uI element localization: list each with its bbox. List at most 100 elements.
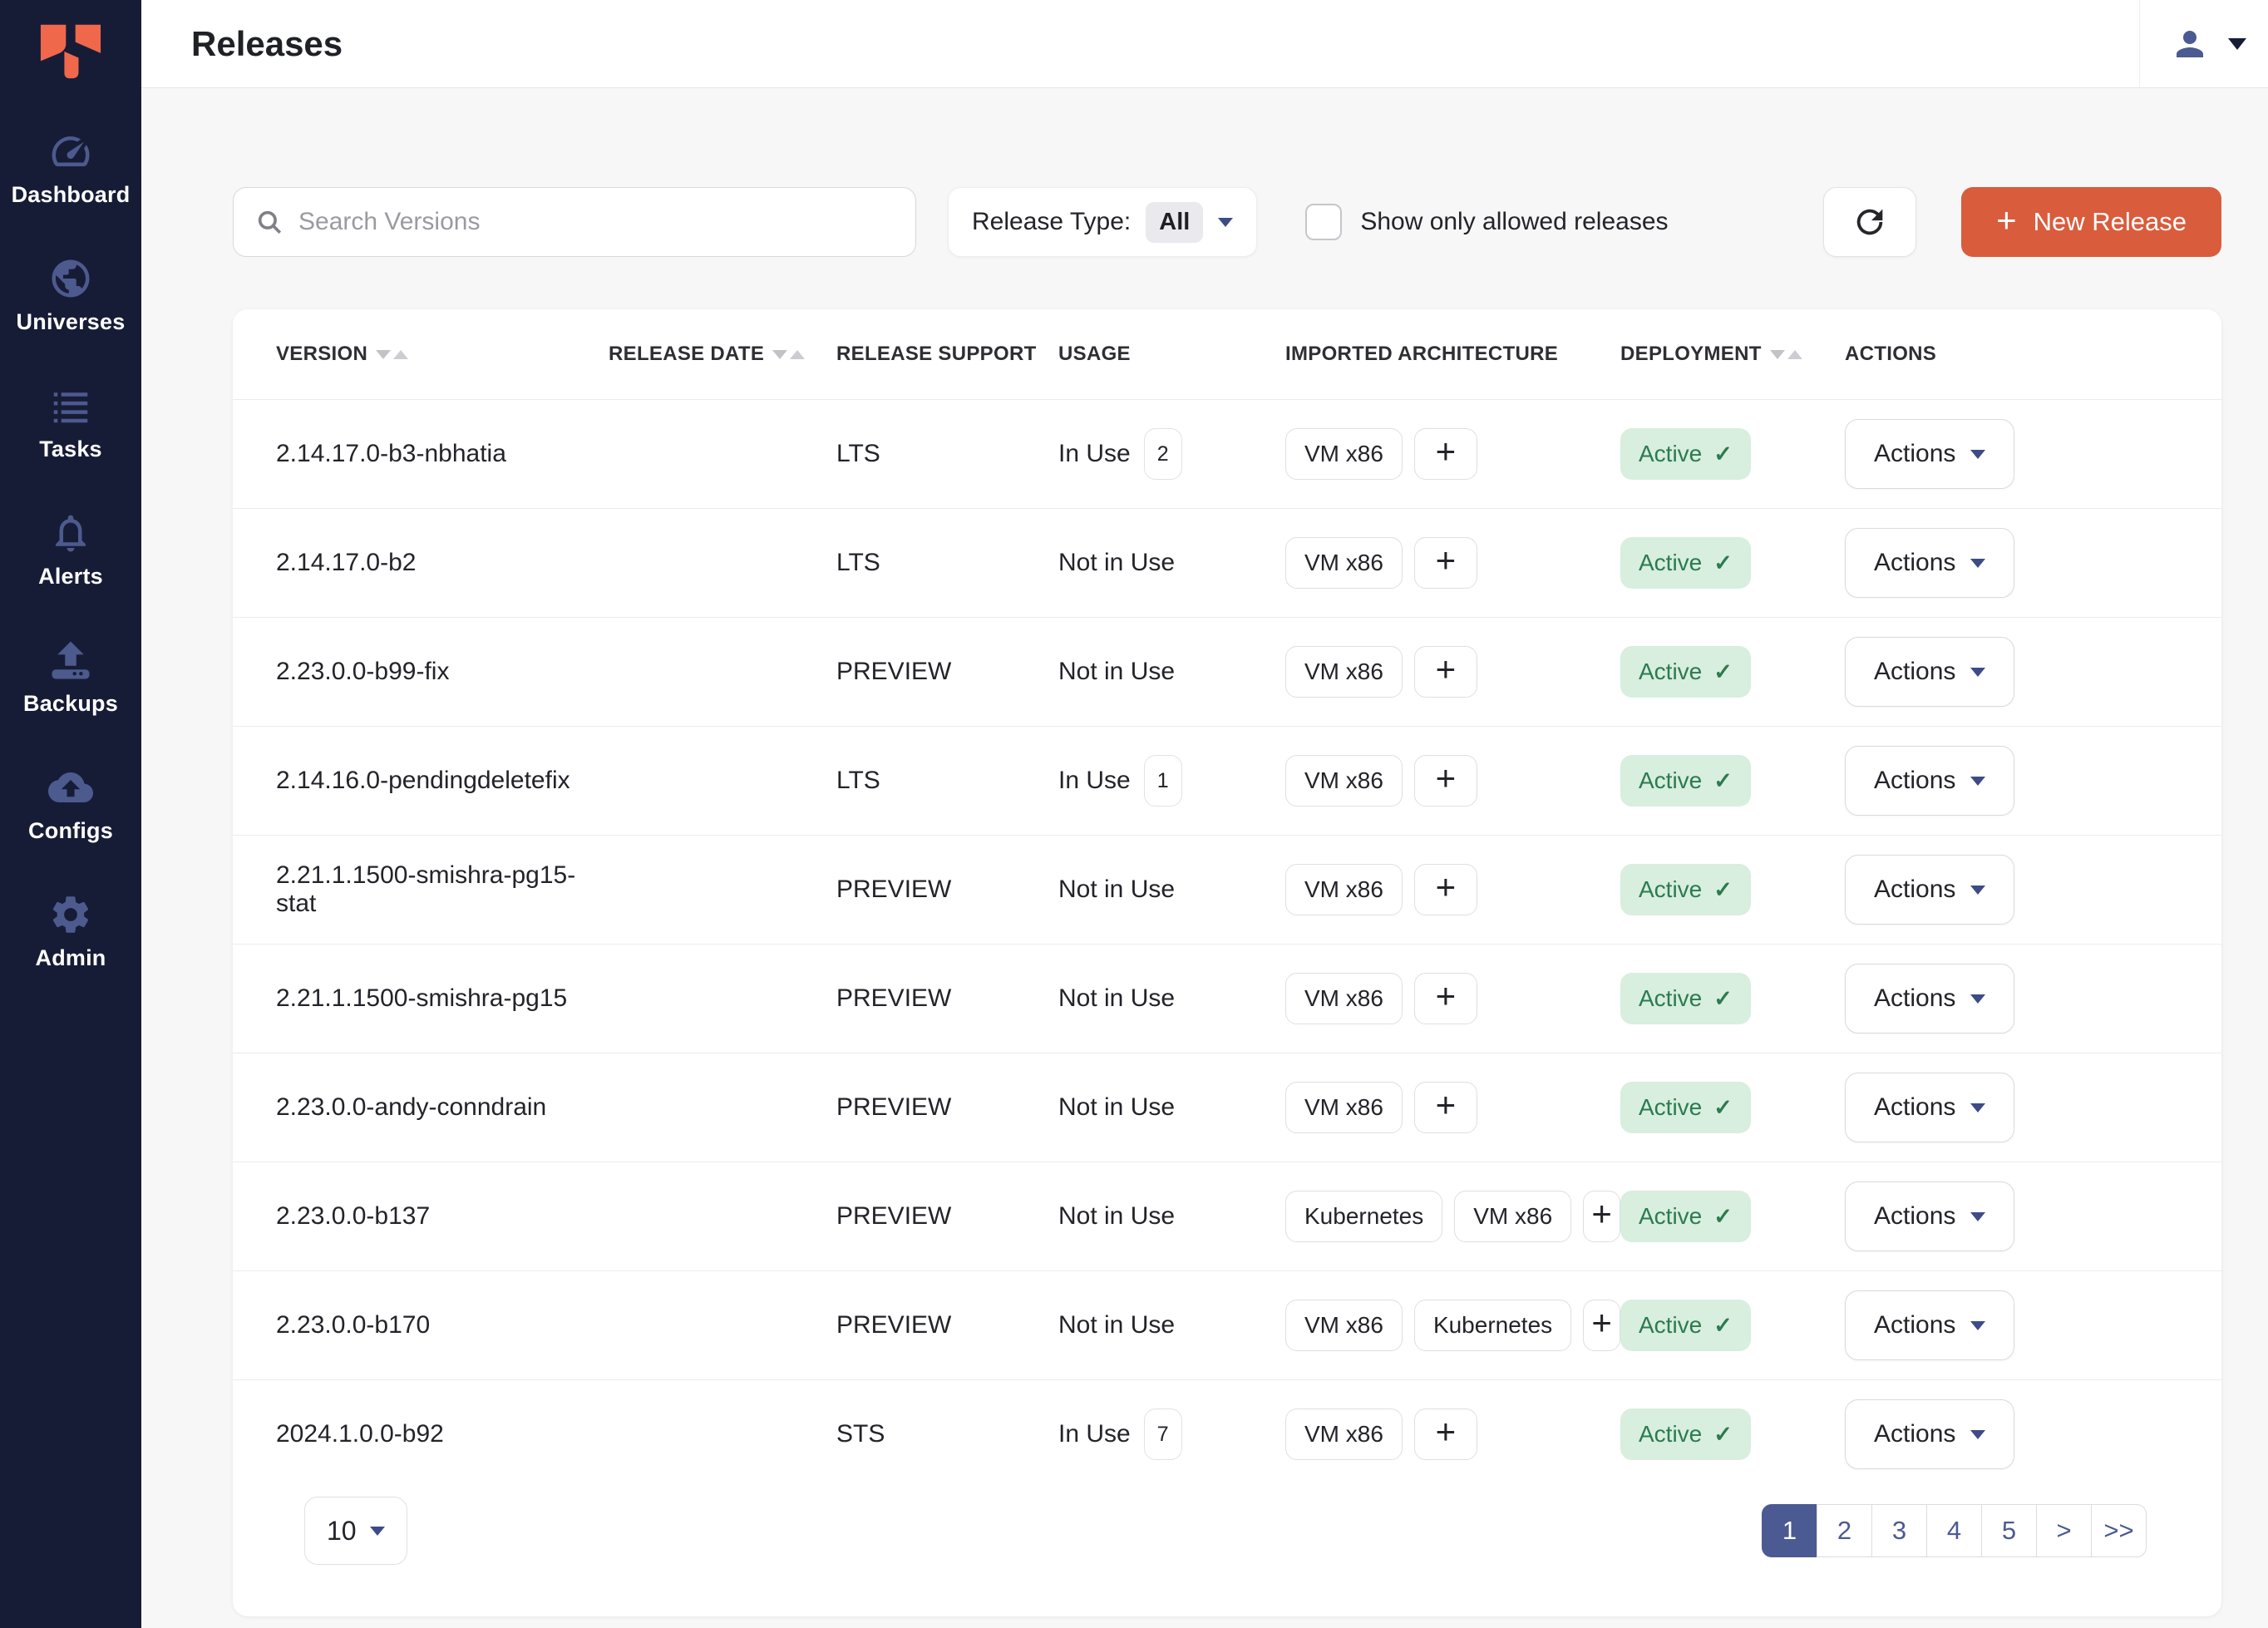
page-button-5[interactable]: 5	[1981, 1504, 2037, 1557]
sidebar-item-label: Tasks	[39, 437, 102, 462]
check-icon: ✓	[1713, 659, 1733, 685]
sort-icon[interactable]	[376, 350, 408, 359]
new-release-button[interactable]: + New Release	[1961, 187, 2221, 257]
version-cell: 2.23.0.0-b137	[276, 1202, 609, 1231]
check-icon: ✓	[1713, 1422, 1733, 1448]
backups-upload-icon	[48, 638, 93, 683]
chevron-down-icon	[2228, 38, 2246, 50]
table-row: 2.23.0.0-b99-fix PREVIEW Not in Use VM x…	[233, 617, 2221, 726]
deployment-status-badge: Active✓	[1620, 755, 1751, 807]
add-architecture-button[interactable]: +	[1583, 1300, 1620, 1351]
row-actions-button[interactable]: Actions	[1845, 1182, 2014, 1251]
add-architecture-button[interactable]: +	[1414, 428, 1477, 480]
add-architecture-button[interactable]: +	[1414, 864, 1477, 915]
check-icon: ✓	[1713, 768, 1733, 794]
column-header-version[interactable]: VERSION	[276, 343, 609, 366]
deployment-cell: Active✓	[1620, 1300, 1845, 1351]
sidebar-item-admin[interactable]: Admin	[0, 892, 141, 971]
usage-cell: In Use 1	[1058, 755, 1285, 807]
usage-cell: Not in Use	[1058, 1311, 1285, 1339]
sort-icon[interactable]	[1770, 350, 1802, 359]
sidebar-item-configs[interactable]: Configs	[0, 765, 141, 844]
row-actions-button[interactable]: Actions	[1845, 637, 2014, 707]
table-row: 2.23.0.0-b170 PREVIEW Not in Use VM x86 …	[233, 1270, 2221, 1379]
table-row: 2.14.17.0-b2 LTS Not in Use VM x86 +	[233, 508, 2221, 617]
sidebar-item-universes[interactable]: Universes	[0, 256, 141, 335]
add-architecture-button[interactable]: +	[1414, 973, 1477, 1024]
row-actions-button[interactable]: Actions	[1845, 1073, 2014, 1142]
table-row: 2.21.1.1500-smishra-pg15 PREVIEW Not in …	[233, 944, 2221, 1053]
chevron-down-icon	[370, 1527, 385, 1536]
add-architecture-button[interactable]: +	[1583, 1191, 1620, 1242]
version-cell: 2.23.0.0-b170	[276, 1311, 609, 1339]
release-support-cell: LTS	[836, 767, 1058, 795]
search-icon	[255, 208, 284, 236]
deployment-cell: Active✓	[1620, 1408, 1845, 1460]
sidebar-item-tasks[interactable]: Tasks	[0, 383, 141, 462]
user-menu[interactable]	[2139, 0, 2268, 87]
architecture-chip: VM x86	[1285, 973, 1403, 1024]
deployment-cell: Active✓	[1620, 537, 1845, 589]
show-allowed-releases-toggle[interactable]: Show only allowed releases	[1305, 204, 1668, 240]
deployment-status-badge: Active✓	[1620, 646, 1751, 698]
deployment-status-badge: Active✓	[1620, 1082, 1751, 1133]
row-actions-button[interactable]: Actions	[1845, 855, 2014, 925]
add-architecture-button[interactable]: +	[1414, 646, 1477, 698]
architecture-chip: VM x86	[1285, 755, 1403, 807]
row-actions-button[interactable]: Actions	[1845, 1290, 2014, 1360]
sidebar-item-label: Admin	[36, 945, 106, 971]
check-icon: ✓	[1713, 1204, 1733, 1230]
version-cell: 2.23.0.0-andy-conndrain	[276, 1093, 609, 1122]
column-header-release-date[interactable]: RELEASE DATE	[609, 343, 836, 366]
search-input[interactable]	[298, 208, 894, 236]
add-architecture-button[interactable]: +	[1414, 1082, 1477, 1133]
add-architecture-button[interactable]: +	[1414, 537, 1477, 589]
column-header-deployment[interactable]: DEPLOYMENT	[1620, 343, 1845, 366]
yugabyte-logo-icon[interactable]	[32, 20, 109, 86]
deployment-status-badge: Active✓	[1620, 1408, 1751, 1460]
actions-cell: Actions	[1845, 528, 2178, 598]
row-actions-button[interactable]: Actions	[1845, 528, 2014, 598]
page-button-4[interactable]: 4	[1926, 1504, 1982, 1557]
usage-count-badge: 2	[1144, 428, 1182, 480]
sidebar-item-dashboard[interactable]: Dashboard	[0, 129, 141, 208]
row-actions-button[interactable]: Actions	[1845, 964, 2014, 1034]
search-box	[233, 187, 916, 257]
usage-count-badge: 7	[1144, 1408, 1182, 1460]
main-area: Releases Release Type: All	[141, 0, 2268, 1628]
page-button-3[interactable]: 3	[1871, 1504, 1927, 1557]
row-actions-button[interactable]: Actions	[1845, 746, 2014, 816]
architecture-cell: VM x86 +	[1285, 1408, 1620, 1460]
page-size-dropdown[interactable]: 10	[304, 1497, 407, 1565]
row-actions-button[interactable]: Actions	[1845, 1399, 2014, 1469]
release-type-dropdown[interactable]: Release Type: All	[948, 187, 1257, 257]
page-button-1[interactable]: 1	[1762, 1504, 1817, 1557]
deployment-cell: Active✓	[1620, 973, 1845, 1024]
new-release-label: New Release	[2034, 207, 2187, 237]
release-support-cell: PREVIEW	[836, 658, 1058, 686]
usage-label: Not in Use	[1058, 549, 1175, 577]
next-page-button[interactable]: >	[2036, 1504, 2092, 1557]
table-footer: 10 1 2 3 4 5 > >>	[233, 1488, 2221, 1616]
sidebar-item-backups[interactable]: Backups	[0, 638, 141, 717]
last-page-button[interactable]: >>	[2091, 1504, 2147, 1557]
usage-label: In Use	[1058, 1420, 1131, 1448]
refresh-button[interactable]	[1823, 187, 1916, 257]
releases-content: Release Type: All Show only allowed rele…	[141, 88, 2268, 1616]
row-actions-button[interactable]: Actions	[1845, 419, 2014, 489]
alerts-bell-icon	[48, 511, 93, 555]
actions-cell: Actions	[1845, 1073, 2178, 1142]
show-allowed-checkbox[interactable]	[1305, 204, 1342, 240]
usage-label: In Use	[1058, 440, 1131, 468]
pagination: 1 2 3 4 5 > >>	[1762, 1504, 2147, 1557]
sidebar-item-alerts[interactable]: Alerts	[0, 511, 141, 590]
add-architecture-button[interactable]: +	[1414, 1408, 1477, 1460]
usage-cell: Not in Use	[1058, 549, 1285, 577]
page-button-2[interactable]: 2	[1817, 1504, 1872, 1557]
architecture-chip: VM x86	[1454, 1191, 1571, 1242]
sort-icon[interactable]	[772, 350, 805, 359]
architecture-cell: VM x86 +	[1285, 973, 1620, 1024]
add-architecture-button[interactable]: +	[1414, 755, 1477, 807]
table-row: 2024.1.0.0-b92 STS In Use 7 VM x86 +	[233, 1379, 2221, 1488]
chevron-down-icon	[1218, 218, 1233, 227]
